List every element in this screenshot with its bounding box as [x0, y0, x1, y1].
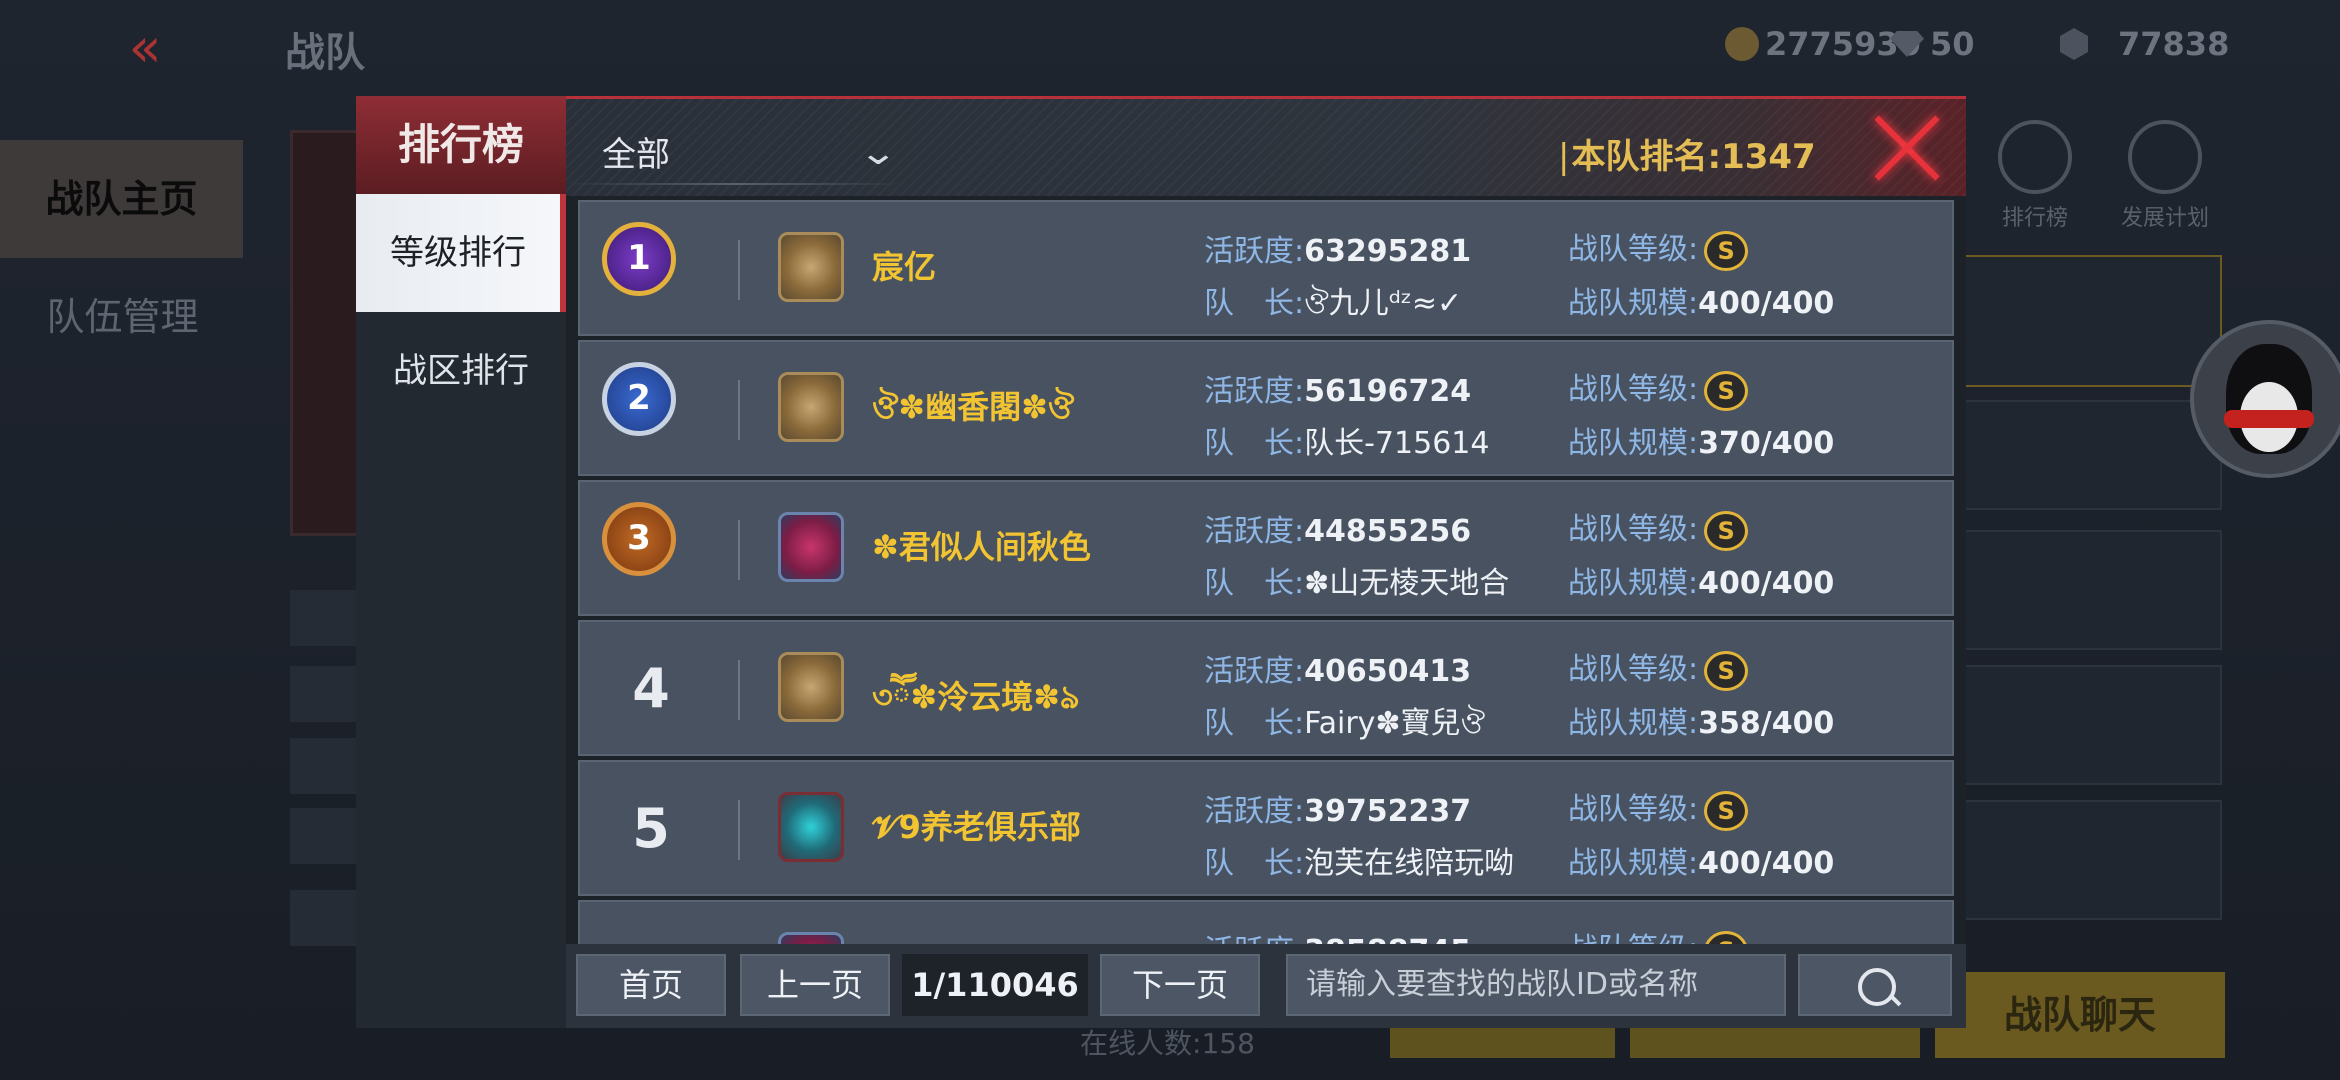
- top-bar: « 战队 2775930 50 77838: [0, 0, 2340, 92]
- activity-field: 活跃度:39752237: [1204, 794, 1472, 829]
- nav-team-home[interactable]: 战队主页: [0, 140, 243, 258]
- activity-field: 活跃度:63295281: [1204, 234, 1472, 269]
- team-level-badge-icon: S: [1704, 230, 1749, 271]
- team-level-badge-icon: S: [1704, 790, 1749, 831]
- team-name: ✽君似人间秋色: [872, 528, 1091, 566]
- activity-field: 活跃度:38588745: [1204, 926, 1471, 944]
- bg-member-card: [1960, 530, 2222, 650]
- ranking-row[interactable]: 5 𝓥9养老俱乐部 活跃度:39752237 队 长:泡芙在线陪玩呦 战队等级:…: [578, 760, 1954, 896]
- chevron-down-icon: ⌄: [858, 133, 899, 173]
- shield-balance: 77838: [2060, 24, 2229, 64]
- pagination-bar: 首页 上一页 1/110046 下一页 请输入要查找的战队ID或名称: [566, 944, 1966, 1028]
- leader-field: 队 长:Fairy✽寶兒ঔ: [1204, 706, 1486, 741]
- leader-field: 队 长:队长-715614: [1204, 426, 1490, 461]
- team-level-badge-icon: S: [1704, 930, 1749, 944]
- back-arrow-icon[interactable]: «: [110, 18, 180, 78]
- filter-dropdown[interactable]: 全部 ⌄: [566, 115, 906, 185]
- team-emblem-icon: [778, 792, 844, 862]
- right-shortcuts: 排行榜 发展计划: [1990, 120, 2210, 232]
- modal-tab-column: 排行榜 等级排行 战区排行: [356, 96, 566, 1028]
- team-name: ৩ཽ✽泠云境✽ঌ: [872, 678, 1080, 716]
- ranking-row[interactable]: 3 ✽君似人间秋色 活跃度:44855256 队 长:✽山无棱天地合 战队等级:…: [578, 480, 1954, 616]
- qq-penguin-icon[interactable]: [2190, 320, 2340, 478]
- team-name: 宸亿: [872, 248, 937, 286]
- leaderboard-shortcut[interactable]: 排行榜: [1990, 120, 2080, 232]
- level-field: 战队等级:S: [1568, 924, 1749, 944]
- leader-field: 队 长:✽山无棱天地合: [1204, 566, 1510, 601]
- leader-field: 队 长:泡芙在线陪玩呦: [1204, 846, 1515, 881]
- filter-selected: 全部: [602, 135, 670, 175]
- activity-field: 活跃度:44855256: [1204, 514, 1472, 549]
- rank-medal-silver-icon: 2: [602, 362, 676, 436]
- bg-member-card: [1960, 400, 2222, 510]
- plan-icon: [2128, 120, 2202, 194]
- team-level-badge-icon: S: [1704, 650, 1749, 691]
- close-button[interactable]: [1870, 111, 1944, 185]
- bg-member-card: [1960, 800, 2222, 920]
- size-field: 战队规模:400/400: [1568, 566, 1835, 601]
- page-indicator: 1/110046: [902, 954, 1088, 1016]
- rank-number: 4: [632, 657, 670, 720]
- trophy-icon: [1998, 120, 2072, 194]
- team-name: 𝓥9养老俱乐部: [872, 808, 1081, 846]
- rank-medal-gold-icon: 1: [602, 222, 676, 296]
- my-team-rank: |本队排名:1347: [1558, 137, 1816, 177]
- side-nav: 战队主页 队伍管理: [0, 140, 245, 376]
- level-field: 战队等级:S: [1568, 784, 1749, 831]
- bg-member-card: [1960, 665, 2222, 785]
- team-search-input[interactable]: 请输入要查找的战队ID或名称: [1286, 954, 1786, 1016]
- online-count: 在线人数:158: [1080, 1027, 1255, 1060]
- leader-field: 队 长:ঔ九儿ᵈᶻ≈✓: [1204, 286, 1463, 321]
- search-icon: [1858, 968, 1896, 1006]
- rank-medal-bronze-icon: 3: [602, 502, 676, 576]
- team-banner-card: [290, 130, 366, 536]
- ranking-row[interactable]: 活跃度:38588745 战队等级:S: [578, 900, 1954, 944]
- leaderboard-modal: 排行榜 等级排行 战区排行 全部 ⌄ |本队排名:1347 1 宸亿 活跃度:6…: [356, 96, 1966, 1028]
- size-field: 战队规模:358/400: [1568, 706, 1835, 741]
- team-emblem-icon: [778, 372, 844, 442]
- size-field: 战队规模:400/400: [1568, 846, 1835, 881]
- first-page-button[interactable]: 首页: [576, 954, 726, 1016]
- level-field: 战队等级:S: [1568, 364, 1749, 411]
- tab-zone-ranking[interactable]: 战区排行: [356, 312, 566, 430]
- coin-icon: [1725, 27, 1759, 61]
- page-title: 战队: [285, 30, 365, 76]
- team-emblem-icon: [778, 232, 844, 302]
- ranking-row[interactable]: 2 ঔ✽幽香閣✽ঔ 活跃度:56196724 队 长:队长-715614 战队等…: [578, 340, 1954, 476]
- team-emblem-icon: [778, 512, 844, 582]
- level-field: 战队等级:S: [1568, 644, 1749, 691]
- shield-currency-icon: [2060, 28, 2088, 60]
- activity-field: 活跃度:56196724: [1204, 374, 1472, 409]
- bg-activity-panel: [1960, 255, 2222, 387]
- level-field: 战队等级:S: [1568, 224, 1749, 271]
- level-field: 战队等级:S: [1568, 504, 1749, 551]
- rank-number: 5: [632, 797, 670, 860]
- size-field: 战队规模:400/400: [1568, 286, 1835, 321]
- team-level-badge-icon: S: [1704, 370, 1749, 411]
- ranking-list[interactable]: 1 宸亿 活跃度:63295281 队 长:ঔ九儿ᵈᶻ≈✓ 战队等级: S 战队规…: [566, 196, 1966, 944]
- size-field: 战队规模:370/400: [1568, 426, 1835, 461]
- team-level-badge-icon: S: [1704, 510, 1749, 551]
- diamond-icon: [1890, 31, 1924, 57]
- prev-page-button[interactable]: 上一页: [740, 954, 890, 1016]
- team-name: ঔ✽幽香閣✽ঔ: [872, 388, 1075, 426]
- nav-team-manage[interactable]: 队伍管理: [0, 258, 245, 376]
- modal-header: 全部 ⌄ |本队排名:1347: [566, 96, 1966, 199]
- diamond-balance: 50: [1890, 24, 1975, 64]
- activity-field: 活跃度:40650413: [1204, 654, 1472, 689]
- team-emblem-icon: [778, 652, 844, 722]
- modal-title: 排行榜: [356, 96, 566, 194]
- search-button[interactable]: [1798, 954, 1952, 1016]
- next-page-button[interactable]: 下一页: [1100, 954, 1260, 1016]
- ranking-row[interactable]: 4 ৩ཽ✽泠云境✽ঌ 活跃度:40650413 队 长:Fairy✽寶兒ঔ 战队…: [578, 620, 1954, 756]
- development-plan-shortcut[interactable]: 发展计划: [2120, 120, 2210, 232]
- team-chat-button[interactable]: 战队聊天: [1935, 972, 2225, 1058]
- ranking-row[interactable]: 1 宸亿 活跃度:63295281 队 长:ঔ九儿ᵈᶻ≈✓ 战队等级: S 战队规…: [578, 200, 1954, 336]
- tab-level-ranking[interactable]: 等级排行: [356, 194, 566, 312]
- team-emblem-icon: [778, 932, 844, 944]
